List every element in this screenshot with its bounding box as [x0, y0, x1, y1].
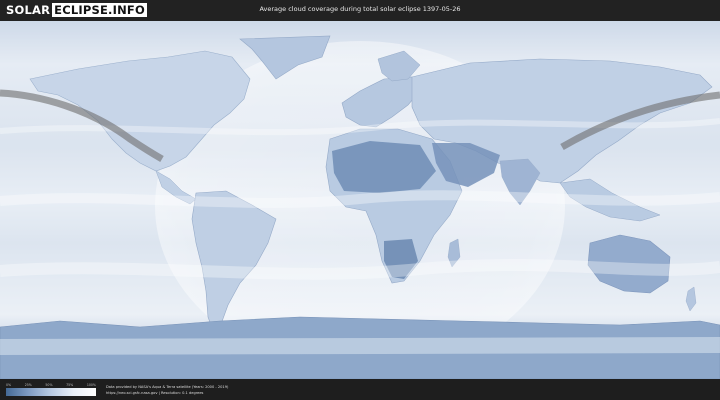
source-link[interactable]: https://neo.sci.gsfc.nasa.gov | Resoluti…	[106, 390, 228, 396]
cloud-coverage-legend: 0% 25% 50% 75% 100%	[6, 383, 96, 396]
legend-tick: 0%	[6, 383, 12, 387]
legend-tick: 50%	[45, 383, 53, 387]
footer-bar: 0% 25% 50% 75% 100% Data provided by NAS…	[0, 379, 720, 400]
legend-tick: 25%	[24, 383, 32, 387]
cloud-coverage-map[interactable]	[0, 21, 720, 379]
data-credits: Data provided by NASA's Aqua & Terra sat…	[106, 384, 228, 396]
antarctica-cloud-band	[0, 337, 720, 355]
legend-color-bar	[6, 388, 96, 396]
page: SOLAR ECLIPSE.INFO Average cloud coverag…	[0, 0, 720, 400]
sahara-clear-region	[332, 141, 436, 193]
legend-tick: 75%	[66, 383, 74, 387]
header-bar: SOLAR ECLIPSE.INFO Average cloud coverag…	[0, 0, 720, 21]
world-map-svg	[0, 21, 720, 379]
legend-tick: 100%	[86, 383, 96, 387]
map-title: Average cloud coverage during total sola…	[259, 5, 461, 13]
